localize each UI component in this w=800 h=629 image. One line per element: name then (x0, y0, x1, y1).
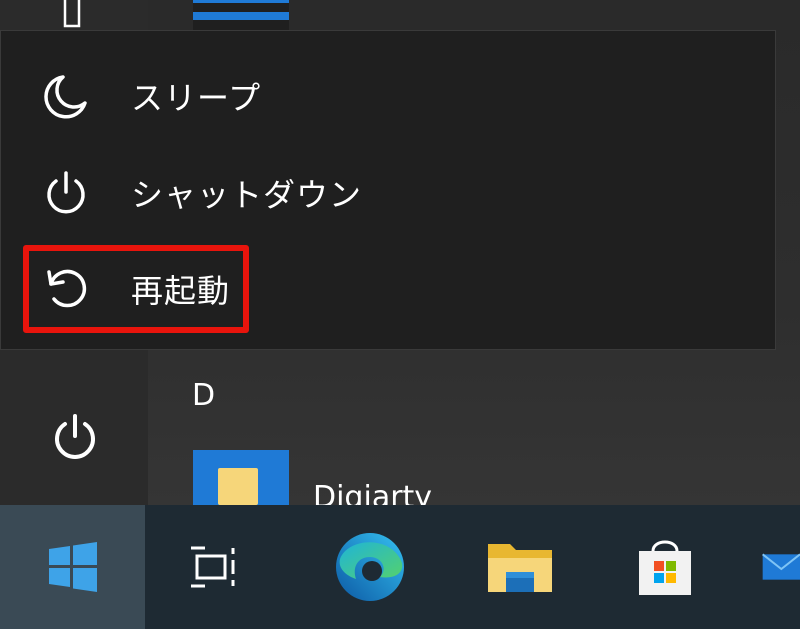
screen: D Digiarty スリープ シャットダウン 再起動 (0, 0, 800, 629)
moon-icon (41, 71, 91, 121)
file-explorer-icon[interactable] (475, 505, 565, 629)
shutdown-menu-item[interactable]: シャットダウン (31, 153, 361, 233)
app-tile-partial[interactable] (193, 0, 289, 30)
taskbar (0, 505, 800, 629)
app-list-item-label[interactable]: Digiarty (313, 478, 432, 505)
power-icon[interactable] (48, 410, 102, 464)
mail-icon[interactable] (760, 505, 800, 629)
document-icon[interactable] (52, 0, 92, 30)
shutdown-label: シャットダウン (131, 176, 363, 214)
windows-start-icon[interactable] (0, 505, 145, 629)
folder-icon[interactable] (193, 450, 289, 505)
app-list-section-letter[interactable]: D (192, 378, 215, 413)
sleep-menu-item[interactable]: スリープ (31, 56, 331, 136)
sleep-label: スリープ (131, 79, 262, 117)
restart-highlight-box (23, 245, 249, 333)
power-icon (41, 168, 91, 218)
edge-icon[interactable] (325, 505, 415, 629)
store-icon[interactable] (620, 505, 710, 629)
task-view-icon[interactable] (175, 505, 255, 629)
